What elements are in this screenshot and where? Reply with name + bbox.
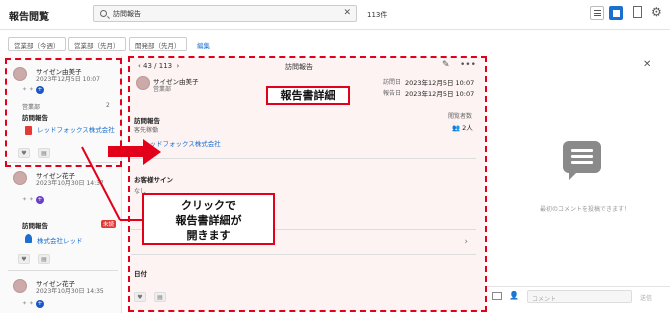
- reaction-icons: ✦ ✦ +: [22, 196, 44, 204]
- avatar: [13, 171, 27, 185]
- list-item-type: 訪問報告: [22, 222, 48, 230]
- comment-panel: [490, 56, 670, 313]
- add-icon: +: [35, 300, 44, 308]
- annotation-leader-line: [81, 146, 146, 221]
- list-item-company[interactable]: 株式会社レッド: [37, 235, 83, 245]
- list-view-icon: [594, 10, 601, 16]
- list-item-date: 2023年10月30日 14:35: [36, 288, 104, 295]
- search-icon: [100, 10, 107, 17]
- heart-icon[interactable]: ♥: [18, 254, 30, 264]
- detail-view-button[interactable]: [609, 6, 623, 20]
- chat-icon: [563, 141, 601, 180]
- export-document-icon[interactable]: [633, 6, 642, 18]
- location-pin-icon: [25, 234, 32, 243]
- annotation-detail-callout: 報告書詳細: [266, 86, 350, 105]
- filter-chip[interactable]: 開発部（先月）: [129, 37, 187, 51]
- send-button[interactable]: 送信: [640, 293, 652, 302]
- edit-filters-link[interactable]: 編集: [197, 40, 210, 50]
- page-title: 報告閲覧: [9, 12, 49, 23]
- detail-view-icon: [613, 10, 620, 17]
- empty-comments: 最初のコメントを投稿できます！: [539, 206, 630, 213]
- filter-chip[interactable]: 営業部（先月）: [68, 37, 126, 51]
- comment-input[interactable]: コメント: [527, 290, 632, 303]
- avatar: [13, 279, 27, 293]
- gear-icon[interactable]: ⚙: [651, 5, 662, 19]
- search-value: 訪問報告: [113, 10, 141, 18]
- search-input[interactable]: 訪問報告 ✕: [93, 5, 357, 22]
- mention-icon[interactable]: 👤: [509, 291, 519, 300]
- close-icon[interactable]: ✕: [643, 59, 651, 70]
- reaction-icons: ✦ ✦ +: [22, 300, 44, 308]
- list-view-button[interactable]: [590, 6, 604, 20]
- image-icon[interactable]: [492, 292, 502, 300]
- add-icon: +: [35, 196, 44, 204]
- comment-icon[interactable]: ▤: [38, 254, 50, 264]
- annotation-click-callout: クリックで 報告書詳細が 開きます: [142, 193, 275, 245]
- result-count: 113件: [367, 11, 388, 19]
- filter-chip[interactable]: 営業部（今週）: [8, 37, 66, 51]
- clear-search-icon[interactable]: ✕: [343, 8, 351, 18]
- divider: [8, 270, 118, 271]
